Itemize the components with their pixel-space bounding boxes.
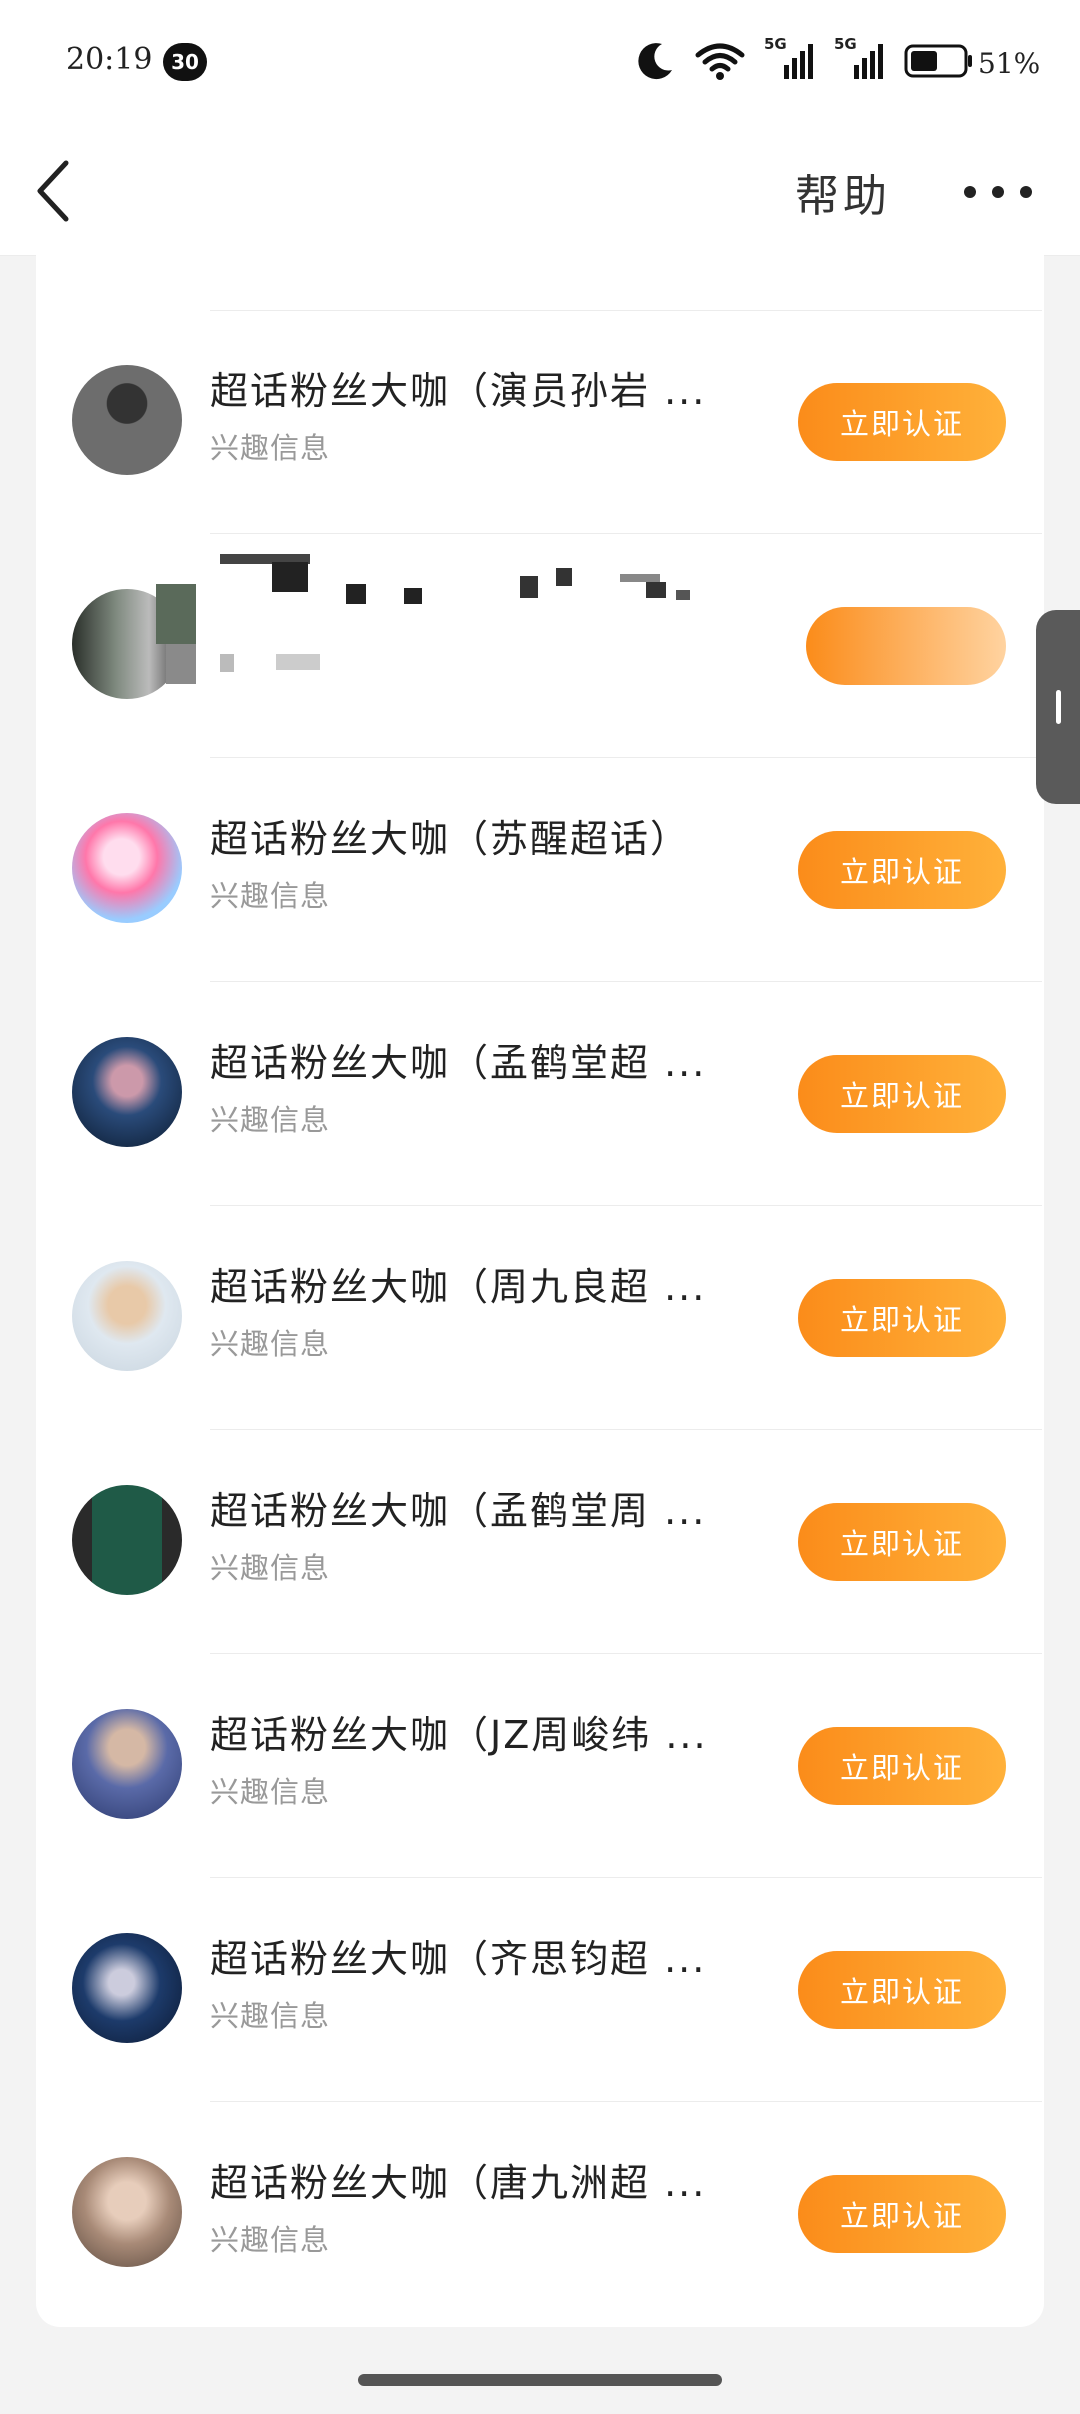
status-icons: 5G 5G 51% <box>636 35 1058 88</box>
redaction-block <box>620 574 660 582</box>
item-title: 超话粉丝大咖（唐九洲超 ... <box>210 2161 707 2205</box>
item-subtitle: 兴趣信息 <box>210 431 331 465</box>
battery-percent: 51% <box>978 46 1041 80</box>
item-subtitle: 兴趣信息 <box>210 1775 331 1809</box>
redaction-block <box>404 588 422 604</box>
redaction-block <box>520 576 538 598</box>
list-item[interactable]: 超话粉丝大咖（周九良超 ... 兴趣信息 立即认证 <box>36 1206 1044 1430</box>
verify-now-button[interactable]: 立即认证 <box>798 1503 1006 1581</box>
signal-icon: 5G <box>764 35 816 85</box>
verify-now-button[interactable]: 立即认证 <box>798 1727 1006 1805</box>
battery-icon <box>904 43 974 83</box>
chevron-left-icon[interactable] <box>30 155 80 225</box>
item-title: 超话粉丝大咖（孟鹤堂周 ... <box>210 1489 707 1533</box>
item-title: 超话粉丝大咖（苏醒超话） <box>210 817 691 861</box>
list-item[interactable]: 超话粉丝大咖（孟鹤堂周 ... 兴趣信息 立即认证 <box>36 1430 1044 1654</box>
list-item[interactable]: 超话粉丝大咖（孟鹤堂超 ... 兴趣信息 立即认证 <box>36 982 1044 1206</box>
moon-icon <box>636 40 676 86</box>
redacted-button <box>806 607 1006 685</box>
item-subtitle: 兴趣信息 <box>210 1327 331 1361</box>
list-item[interactable]: 超话粉丝大咖（唐九洲超 ... 兴趣信息 立即认证 <box>36 2102 1044 2326</box>
item-title: 超话粉丝大咖（孟鹤堂超 ... <box>210 1041 707 1085</box>
item-title: 超话粉丝大咖（齐思钧超 ... <box>210 1937 707 1981</box>
avatar <box>72 1709 182 1819</box>
home-gesture-bar[interactable] <box>358 2374 722 2386</box>
avatar <box>72 813 182 923</box>
verify-now-button[interactable]: 立即认证 <box>798 2175 1006 2253</box>
item-subtitle: 兴趣信息 <box>210 1551 331 1585</box>
redacted-content <box>36 534 1044 758</box>
list-item[interactable]: 超话粉丝大咖（苏醒超话） 兴趣信息 立即认证 <box>36 758 1044 982</box>
redaction-block <box>220 654 234 672</box>
item-subtitle: 兴趣信息 <box>210 1999 331 2033</box>
list-item[interactable] <box>36 534 1044 758</box>
verify-now-button[interactable]: 立即认证 <box>798 831 1006 909</box>
avatar <box>72 2157 182 2267</box>
item-title: 超话粉丝大咖（周九良超 ... <box>210 1265 707 1309</box>
notification-count-badge: 30 <box>163 43 207 81</box>
avatar <box>72 365 182 475</box>
status-bar: 20:19 30 5G 5G 51% <box>0 0 1080 125</box>
page-title[interactable]: 帮助 <box>795 160 891 224</box>
verify-now-button[interactable]: 立即认证 <box>798 1055 1006 1133</box>
redaction-block <box>556 568 572 586</box>
avatar <box>72 1933 182 2043</box>
side-drawer-handle[interactable] <box>1036 610 1080 804</box>
avatar <box>72 1485 182 1595</box>
nav-bar: 帮助 <box>0 125 1080 256</box>
verify-now-button[interactable]: 立即认证 <box>798 383 1006 461</box>
signal-icon: 5G <box>834 35 886 85</box>
redaction-block <box>676 590 690 600</box>
item-subtitle: 兴趣信息 <box>210 1103 331 1137</box>
list-item[interactable]: 超话粉丝大咖（JZ周峻纬 ... 兴趣信息 立即认证 <box>36 1654 1044 1878</box>
verify-now-button[interactable]: 立即认证 <box>798 1951 1006 2029</box>
status-time: 20:19 <box>66 42 153 77</box>
wifi-icon <box>694 41 746 85</box>
item-title: 超话粉丝大咖（JZ周峻纬 ... <box>210 1713 708 1757</box>
verify-now-button[interactable]: 立即认证 <box>798 1279 1006 1357</box>
certification-list-card: 超话粉丝大咖（演员孙岩 ... 兴趣信息 立即认证 超话粉丝大咖（苏醒超话） 兴趣信息立… <box>36 255 1044 2327</box>
redaction-block <box>646 582 666 598</box>
redaction-block <box>166 644 196 684</box>
redaction-block <box>346 584 366 604</box>
list-item[interactable]: 超话粉丝大咖（齐思钧超 ... 兴趣信息 立即认证 <box>36 1878 1044 2102</box>
avatar <box>72 1037 182 1147</box>
item-subtitle: 兴趣信息 <box>210 879 331 913</box>
item-title: 超话粉丝大咖（演员孙岩 ... <box>210 369 707 413</box>
avatar <box>72 1261 182 1371</box>
redaction-block <box>272 562 308 592</box>
list-item[interactable]: 超话粉丝大咖（演员孙岩 ... 兴趣信息 立即认证 <box>36 310 1044 534</box>
handle-grip <box>1056 690 1061 724</box>
more-horizontal-icon[interactable] <box>958 177 1038 207</box>
item-subtitle: 兴趣信息 <box>210 2223 331 2257</box>
redaction-block <box>156 584 196 644</box>
redaction-block <box>276 654 320 670</box>
